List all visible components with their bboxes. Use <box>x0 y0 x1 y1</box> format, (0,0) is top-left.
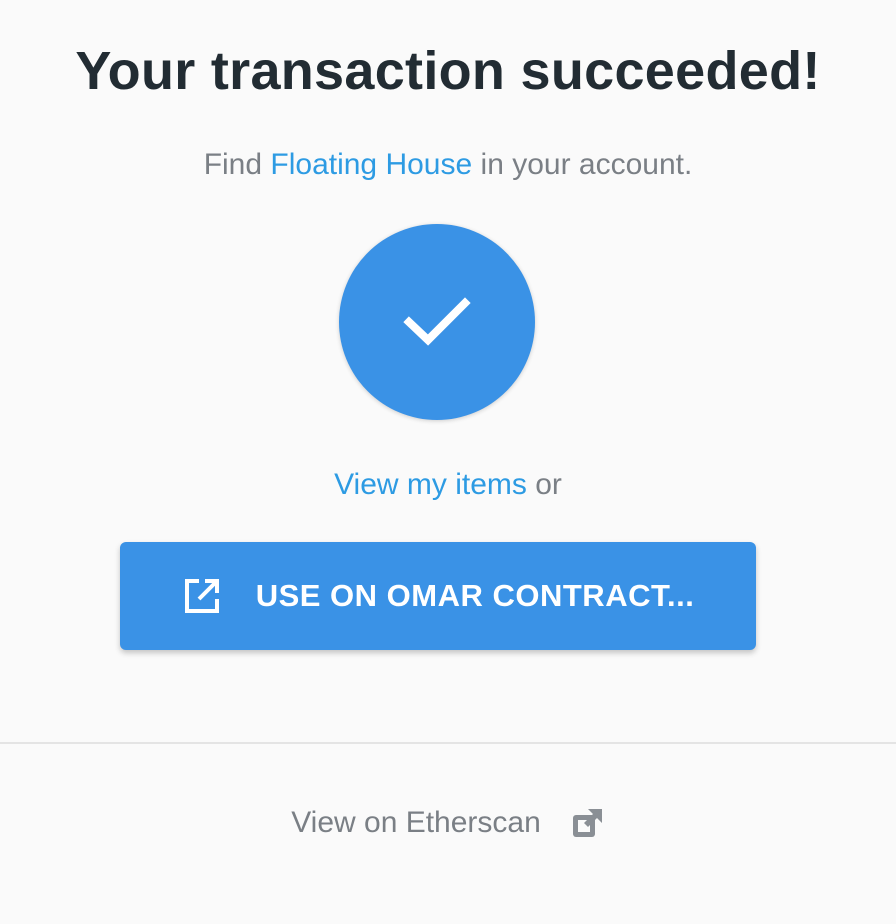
transaction-success-page: Your transaction succeeded! Find Floatin… <box>0 0 896 924</box>
subtitle-prefix: Find <box>203 148 271 181</box>
checkmark-icon <box>403 296 471 348</box>
use-on-contract-button[interactable]: USE ON OMAR CONTRACT... <box>120 542 756 650</box>
external-link-icon <box>182 576 222 616</box>
items-line: View my items or <box>0 468 896 502</box>
view-on-etherscan-link[interactable]: View on Etherscan <box>0 806 896 840</box>
subtitle: Find Floating House in your account. <box>0 148 896 182</box>
or-text: or <box>526 468 562 501</box>
etherscan-label: View on Etherscan <box>291 806 541 839</box>
view-my-items-link[interactable]: View my items <box>334 468 527 501</box>
use-on-contract-label: USE ON OMAR CONTRACT... <box>255 578 695 613</box>
item-link[interactable]: Floating House <box>270 148 472 181</box>
page-title: Your transaction succeeded! <box>75 41 821 101</box>
divider <box>0 742 896 744</box>
subtitle-suffix: in your account. <box>472 148 693 181</box>
external-link-icon <box>571 806 605 840</box>
success-badge <box>339 224 535 420</box>
